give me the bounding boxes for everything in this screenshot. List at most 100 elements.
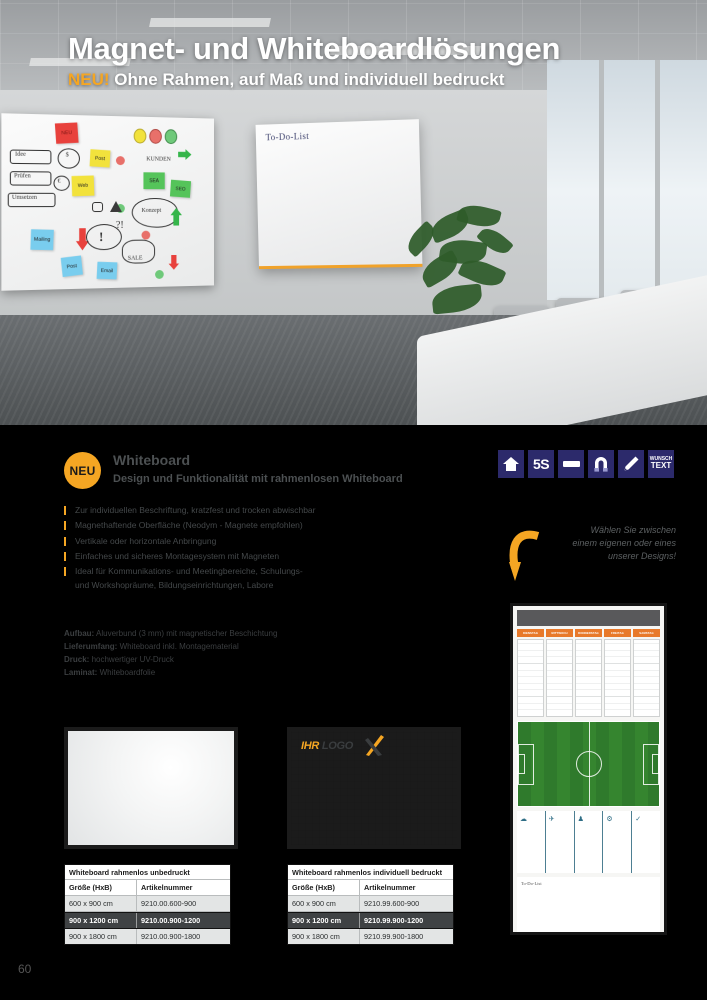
ink-triangle-shape	[110, 200, 122, 213]
worker-icon: ♟	[577, 816, 584, 824]
whiteboard-plain-surface	[68, 731, 234, 845]
kanban-column: ☁	[517, 811, 546, 874]
table-row[interactable]: 900 x 1200 cm 9210.99.900-1200	[288, 912, 453, 929]
bullet-text: Ideal für Kommunikations- und Meetingber…	[75, 566, 303, 577]
sticky-note: Mailing	[30, 229, 54, 251]
neu-badge: NEU	[64, 452, 101, 489]
ink-label-idee: Idee	[15, 151, 26, 158]
catalog-page: NEU Post Web Mailing Post Email SEA SEO …	[0, 0, 707, 1000]
weekday-column	[575, 639, 602, 718]
column-header-sku: Artikelnummer	[364, 883, 416, 892]
logo-part-1: IHR	[301, 740, 320, 752]
feature-icon-strip: 5S WUNSCH TEXT	[498, 450, 674, 478]
ink-question: ?!	[115, 219, 124, 231]
kanban-column: ♟	[575, 811, 604, 874]
bar-icon-shape	[562, 461, 580, 467]
cell-sku: 9210.00.900-1200	[141, 916, 201, 925]
spec-value: Aluverbund (3 mm) mit magnetischer Besch…	[94, 629, 278, 638]
cell-size: 600 x 900 cm	[288, 896, 360, 911]
callout-line-1: Wählen Sie zwischen	[590, 525, 676, 535]
spec-label: Aufbau:	[64, 629, 95, 638]
weekday-column	[633, 639, 660, 718]
cell-sku: 9210.00.600-900	[141, 899, 197, 908]
planning-board-header-bar	[517, 610, 660, 626]
magnet-dot	[115, 156, 125, 166]
table-row[interactable]: 600 x 900 cm 9210.99.600-900	[288, 896, 453, 912]
arrow-green-right	[178, 149, 191, 160]
ink-label-umsetzen: Umsetzen	[11, 194, 37, 201]
product-table-printed: Whiteboard rahmenlos individuell bedruck…	[287, 864, 454, 945]
plane-icon: ✈	[548, 816, 555, 824]
pitch-center-circle	[575, 751, 602, 778]
pencil-icon	[618, 450, 644, 478]
table-row[interactable]: 900 x 1800 cm 9210.99.900-1800	[288, 929, 453, 944]
hero-subtitle-text: Ohne Rahmen, auf Maß und individuell bed…	[114, 69, 505, 89]
smiley-red	[149, 128, 162, 144]
weekday-dienstag: DIENSTAG	[517, 629, 544, 638]
ink-label-pruefen: Prüfen	[14, 173, 31, 180]
cell-size: 900 x 1800 cm	[288, 929, 360, 944]
wunschtext-icon: WUNSCH TEXT	[648, 450, 674, 478]
table-row[interactable]: 900 x 1200 cm 9210.00.900-1200	[65, 912, 230, 929]
weekday-column	[604, 639, 631, 718]
logo-placeholder: IHR LOGO	[301, 740, 353, 752]
hero-image: NEU Post Web Mailing Post Email SEA SEO …	[0, 0, 707, 425]
5s-icon-label: 5S	[532, 456, 550, 472]
planning-board-surface: DIENSTAG MITTWOCH DONNERSTAG FREITAG SAM…	[513, 606, 664, 932]
5s-icon: 5S	[528, 450, 554, 478]
bullet-text: Einfaches und sicheres Montagesystem mit…	[75, 550, 280, 561]
ink-exclaim: !	[99, 229, 104, 245]
house-icon	[498, 450, 524, 478]
weekday-column	[546, 639, 573, 718]
cell-sku: 9210.00.900-1800	[141, 932, 201, 941]
spec-row: Druck: hochwertiger UV-Druck	[64, 654, 444, 667]
sticky-note: Post	[89, 149, 111, 168]
column-header-size: Größe (HxB)	[65, 880, 137, 895]
weekday-donnerstag: DONNERSTAG	[575, 629, 602, 638]
spec-value: Whiteboard inkl. Montagematerial	[117, 641, 239, 651]
spec-label: Laminat:	[64, 667, 98, 677]
wunschtext-icon-label: WUNSCH TEXT	[650, 457, 673, 471]
bullet-text: Zur individuellen Beschriftung, kratzfes…	[75, 505, 316, 515]
cell-size: 900 x 1200 cm	[65, 913, 137, 928]
list-item: Vertikale oder horizontale Anbringung	[64, 535, 464, 549]
table-header-row: Größe (HxB) Artikelnummer	[65, 880, 230, 896]
house-icon-svg	[503, 457, 519, 471]
spec-row: Laminat: Whiteboardfolie	[64, 667, 444, 680]
spec-value: Whiteboardfolie	[97, 667, 156, 677]
feature-bullet-list: Zur individuellen Beschriftung, kratzfes…	[64, 504, 464, 594]
product-table-plain: Whiteboard rahmenlos unbedruckt Größe (H…	[64, 864, 231, 945]
whiteboard-printed-mockup: IHR LOGO	[287, 727, 461, 849]
list-item: Magnethaftende Oberfläche (Neodym - Magn…	[64, 519, 464, 533]
design-callout: Wählen Sie zwischen einem eigenen oder e…	[536, 524, 676, 563]
kanban-board: ☁ ✈ ♟ ⚙ ✓	[517, 811, 660, 874]
cloud-icon: ☁	[520, 816, 527, 824]
kanban-column: ⚙	[603, 811, 633, 874]
hero-neu-badge: NEU!	[68, 69, 110, 89]
product-subtitle: Design und Funktionalität mit rahmenlose…	[113, 473, 403, 485]
whiteboard-plain-mockup	[64, 727, 238, 849]
table-title: Whiteboard rahmenlos individuell bedruck…	[288, 865, 453, 880]
table-row[interactable]: 600 x 900 cm 9210.00.600-900	[65, 896, 230, 912]
ink-cylinder-sale	[121, 239, 156, 264]
ink-label-dollar: $	[65, 152, 69, 159]
todo-list-panel: To-Do-List	[517, 877, 660, 932]
smiley-yellow	[133, 128, 147, 144]
table-row[interactable]: 900 x 1800 cm 9210.00.900-1800	[65, 929, 230, 944]
sticky-note: SEA	[143, 172, 165, 190]
magnet-icon-svg	[594, 457, 608, 472]
spec-label: Lieferumfang:	[64, 641, 118, 651]
bar-icon	[558, 450, 584, 478]
spec-value: hochwertiger UV-Druck	[89, 654, 174, 664]
ink-label-kunden: KUNDEN	[146, 156, 171, 163]
magnet-dot	[155, 269, 164, 279]
magnet-dot	[141, 230, 151, 240]
kanban-column: ✓	[632, 811, 660, 873]
spec-label: Druck:	[64, 654, 90, 664]
list-item: Zur individuellen Beschriftung, kratzfes…	[64, 504, 464, 518]
weekday-column	[517, 639, 544, 718]
smiley-green	[164, 129, 178, 145]
wunschtext-line2: TEXT	[650, 461, 672, 471]
whiteboard-printed-surface: IHR LOGO	[291, 731, 457, 845]
hero-subtitle: NEU! Ohne Rahmen, auf Maß und individuel…	[68, 70, 560, 90]
